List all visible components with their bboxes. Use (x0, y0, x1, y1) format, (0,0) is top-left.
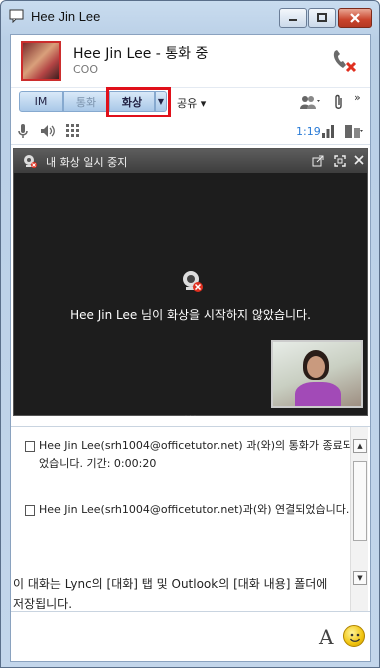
message-icon (25, 441, 35, 452)
share-menu-button[interactable]: 공유 ▾ (177, 95, 206, 111)
devices-icon[interactable] (344, 123, 364, 139)
more-icon[interactable]: » (354, 91, 361, 107)
video-header: 내 화상 일시 중지 (14, 149, 367, 173)
contact-title: COO (73, 63, 98, 76)
contacts-add-icon[interactable] (299, 94, 321, 110)
smile-face (349, 633, 361, 642)
mic-icon[interactable] (17, 123, 29, 139)
video-status-message: Hee Jin Lee 님이 화상을 시작하지 않았습니다. (70, 308, 311, 322)
chat-message: Hee Jin Lee(srh1004@officetutor.net) 과(와… (39, 439, 353, 470)
contact-name: Hee Jin Lee - 통화 중 (73, 46, 209, 62)
self-view-preview[interactable] (271, 340, 363, 408)
emoticon-icon[interactable] (343, 625, 365, 647)
conversation-content: Hee Jin Lee - 통화 중 COO IM 통화 화상 ▼ 공유 ▾ » (10, 34, 371, 662)
conversation-window: Hee Jin Lee Hee Jin Lee - 통화 중 COO IM 통화… (0, 0, 380, 668)
close-icon (350, 13, 360, 23)
call-timer: 1:19 (296, 125, 321, 138)
font-button[interactable]: A (319, 625, 333, 649)
contact-card: Hee Jin Lee - 통화 중 COO (11, 35, 370, 87)
chat-message: Hee Jin Lee(srh1004@officetutor.net)과(와)… (39, 503, 350, 516)
signal-icon (322, 125, 334, 138)
window-title: Hee Jin Lee (31, 9, 101, 24)
close-button[interactable] (338, 8, 372, 28)
scroll-down-button[interactable]: ▼ (353, 571, 367, 585)
app-icon (9, 9, 24, 23)
pane-splitter[interactable]: ˙˙˙ (11, 416, 370, 426)
video-header-title: 내 화상 일시 중지 (46, 156, 128, 169)
chat-history: Hee Jin Lee(srh1004@officetutor.net) 과(와… (11, 426, 370, 612)
popout-icon[interactable] (312, 155, 324, 167)
maximize-button[interactable] (308, 8, 336, 28)
minimize-button[interactable] (279, 8, 307, 28)
chat-scrollbar[interactable]: ▲ ▼ (350, 427, 368, 611)
video-button-highlight (106, 87, 171, 118)
call-controls-bar: 1:19 (11, 117, 370, 145)
avatar[interactable] (21, 41, 61, 81)
scroll-up-button[interactable]: ▲ (353, 439, 367, 453)
title-bar: Hee Jin Lee (1, 1, 379, 33)
message-input[interactable]: A (11, 613, 370, 661)
minimize-icon (289, 19, 297, 21)
scroll-thumb[interactable] (353, 461, 367, 541)
tab-im[interactable]: IM (19, 91, 63, 112)
archive-note: 이 대화는 Lync의 [대화] 탭 및 Outlook의 [대화 내용] 폴더… (13, 577, 328, 611)
maximize-icon (317, 13, 327, 22)
dialpad-icon[interactable] (65, 123, 81, 139)
webcam-off-icon (183, 271, 203, 292)
message-icon (25, 505, 35, 516)
tab-call[interactable]: 통화 (63, 91, 109, 112)
speaker-icon[interactable] (39, 123, 57, 139)
fullscreen-icon[interactable] (334, 155, 346, 167)
hangup-icon[interactable] (329, 45, 359, 75)
video-panel: 내 화상 일시 중지 Hee Jin Lee 님이 화상을 시작하지 않았습니다… (13, 148, 368, 416)
video-close-icon[interactable] (354, 155, 364, 165)
attachment-icon[interactable] (333, 94, 345, 110)
modality-toolbar: IM 통화 화상 ▼ 공유 ▾ » (11, 87, 370, 115)
camera-off-icon[interactable] (22, 153, 38, 169)
